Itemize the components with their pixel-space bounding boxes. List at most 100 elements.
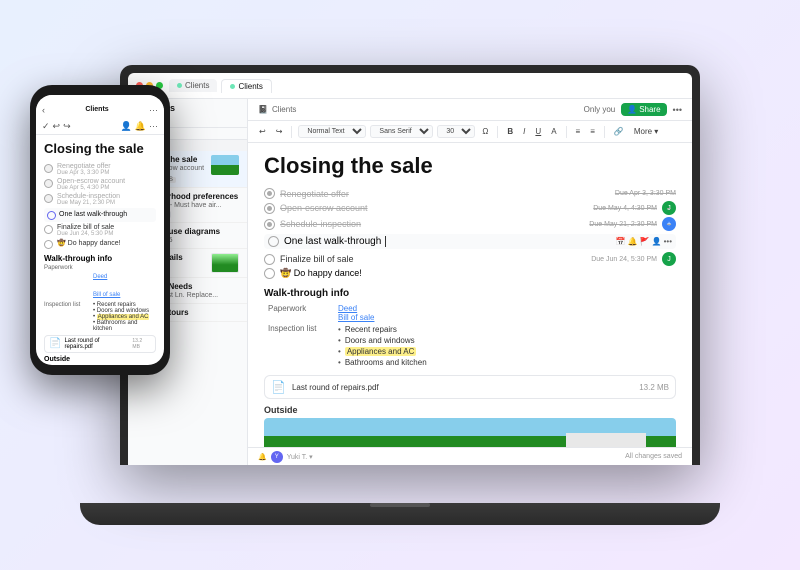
toolbar-separator — [291, 126, 292, 138]
phone-task-item: 🤠 Do happy dance! — [44, 238, 156, 250]
share-label: Share — [639, 105, 660, 114]
task-text: 🤠 Do happy dance! — [280, 268, 362, 279]
person-icon[interactable]: 👤 — [652, 237, 662, 246]
font-color-button[interactable]: A — [548, 126, 559, 137]
more-icon[interactable]: ··· — [149, 121, 158, 132]
phone-task-text: Open-escrow account — [57, 178, 125, 185]
task-checkbox[interactable] — [264, 268, 275, 279]
phone-task-checkbox[interactable] — [47, 211, 56, 220]
phone-bill-link[interactable]: Bill of sale — [93, 292, 120, 298]
more-format-button[interactable]: More ▾ — [631, 126, 661, 137]
outside-image — [264, 418, 676, 447]
phone-menu-icon[interactable]: ··· — [149, 105, 158, 115]
phone-task-text: Finalize bill of sale — [57, 224, 114, 231]
bullet-icon: • — [338, 347, 341, 356]
task-checkbox[interactable] — [264, 188, 275, 199]
tab-clients-1[interactable]: Clients — [169, 79, 217, 92]
phone-deed-link[interactable]: Deed — [93, 274, 107, 280]
font-select[interactable]: Sans Serif — [370, 125, 433, 138]
calendar-icon[interactable]: 📅 — [616, 237, 626, 246]
screen-content: Clients Clients All Notes — [128, 73, 692, 465]
inspection-label: Inspection list — [264, 323, 334, 369]
task-checkbox[interactable] — [264, 203, 275, 214]
task-text: Renegotiate offer — [280, 189, 349, 199]
outside-label: Outside — [264, 405, 676, 415]
nb-left: 📓 Clients — [258, 105, 296, 114]
bullet-appliances: •Appliances and AC — [338, 346, 672, 357]
phone-task-checkbox[interactable] — [44, 179, 53, 188]
phone-back-icon[interactable]: ‹ — [42, 105, 45, 115]
task-checkbox[interactable] — [268, 236, 279, 247]
task-text: One last walk-through — [284, 236, 386, 247]
phone-task-text: One last walk-through — [59, 211, 127, 218]
link-button[interactable]: 🔗 — [611, 126, 627, 137]
tab-label: Clients — [185, 81, 209, 90]
task-checkbox[interactable] — [264, 219, 275, 230]
tab-indicator — [230, 84, 235, 89]
house-shape — [566, 433, 646, 447]
avatar: Y — [271, 451, 283, 463]
redo-icon[interactable]: ↪ — [63, 121, 71, 132]
flag-icon[interactable]: 🚩 — [640, 237, 650, 246]
phone-task-item: Schedule-inspection Due May 21, 2:30 PM — [44, 192, 156, 207]
size-select[interactable]: 30 — [437, 125, 475, 138]
bullet-icon: • — [338, 358, 341, 367]
phone-task-checkbox[interactable] — [44, 164, 53, 173]
notebook-icon: 📓 — [258, 105, 268, 114]
phone-task-text: Schedule-inspection — [57, 193, 120, 200]
phone-inspection-label: Inspection list — [44, 302, 89, 332]
redo-button[interactable]: ↪ — [273, 126, 286, 137]
phone-paperwork-label: Paperwork — [44, 265, 89, 301]
bell-icon[interactable]: 🔔 — [628, 237, 638, 246]
bill-link[interactable]: Bill of sale — [338, 313, 374, 322]
bullet-icon: • — [338, 336, 341, 345]
bullet-doors: •Doors and windows — [338, 335, 672, 346]
task-escrow: Open-escrow account Due May 4, 4:30 PM J — [264, 200, 676, 216]
toolbar-separator — [604, 126, 605, 138]
task-due: Due Apr 3, 3:30 PM — [615, 190, 676, 197]
task-icons: 📅 🔔 🚩 👤 ••• — [616, 237, 672, 246]
phone-task-due: Due May 21, 2:30 PM — [57, 200, 120, 206]
footer-status: All changes saved — [625, 453, 682, 460]
deed-link[interactable]: Deed — [338, 304, 357, 313]
only-you-label: Only you — [584, 105, 616, 114]
phone-screen: ‹ Clients ··· ✓ ↩ ↪ 👤 🔔 ··· Closing the … — [36, 95, 164, 365]
phone-task-checkbox[interactable] — [44, 225, 53, 234]
phone-attachment-size: 13.2 MB — [132, 338, 151, 350]
phone-task-checkbox[interactable] — [44, 240, 53, 249]
phone-task-item: Finalize bill of sale Due Jun 24, 5:30 P… — [44, 223, 156, 238]
footer-left: 🔔 Y Yuki T. ▾ — [258, 451, 313, 463]
note-title: Closing the sale — [264, 153, 676, 179]
undo-button[interactable]: ↩ — [256, 126, 269, 137]
tab-clients-2[interactable]: Clients — [221, 79, 271, 93]
numbered-list-button[interactable]: ≡ — [587, 126, 598, 137]
text-style-select[interactable]: Normal Text — [298, 125, 366, 138]
more-options-icon[interactable]: ••• — [673, 105, 682, 115]
phone-task-checkbox[interactable] — [44, 194, 53, 203]
inspection-row: Inspection list •Recent repairs •Doors a… — [264, 323, 676, 369]
more-icon[interactable]: ••• — [664, 237, 672, 246]
omega-button[interactable]: Ω — [479, 126, 491, 137]
info-table: Paperwork Deed Bill of sale Inspection l… — [264, 303, 676, 369]
phone-inspection-row: Inspection list • Recent repairs • Doors… — [44, 302, 156, 332]
bullet-bathrooms: •Bathrooms and kitchen — [338, 357, 672, 368]
notebook-breadcrumb: Clients — [272, 105, 296, 114]
pdf-icon: 📄 — [271, 380, 286, 394]
formatting-toolbar: ↩ ↪ Normal Text Sans Serif 30 — [248, 121, 692, 143]
bullet-list-button[interactable]: ≡ — [573, 126, 584, 137]
bold-button[interactable]: B — [504, 126, 516, 137]
toolbar-separator — [497, 126, 498, 138]
task-badge: + — [662, 217, 676, 231]
phone-task-due: Due Jun 24, 5:30 PM — [57, 231, 114, 237]
italic-button[interactable]: I — [520, 126, 528, 137]
phone-task-item: Open-escrow account Due Apr 5, 4:30 PM — [44, 177, 156, 192]
task-checkbox[interactable] — [264, 254, 275, 265]
share-button[interactable]: 👤 Share — [621, 103, 666, 116]
phone-note-title: Closing the sale — [44, 141, 156, 157]
sidebar-note-thumbnail — [211, 155, 239, 175]
undo-icon[interactable]: ↩ — [53, 121, 61, 132]
phone-bullet-item: • Doors and windows — [93, 308, 156, 314]
nb-right: Only you 👤 Share ••• — [584, 103, 682, 116]
underline-button[interactable]: U — [532, 126, 544, 137]
check-icon[interactable]: ✓ — [42, 121, 50, 132]
